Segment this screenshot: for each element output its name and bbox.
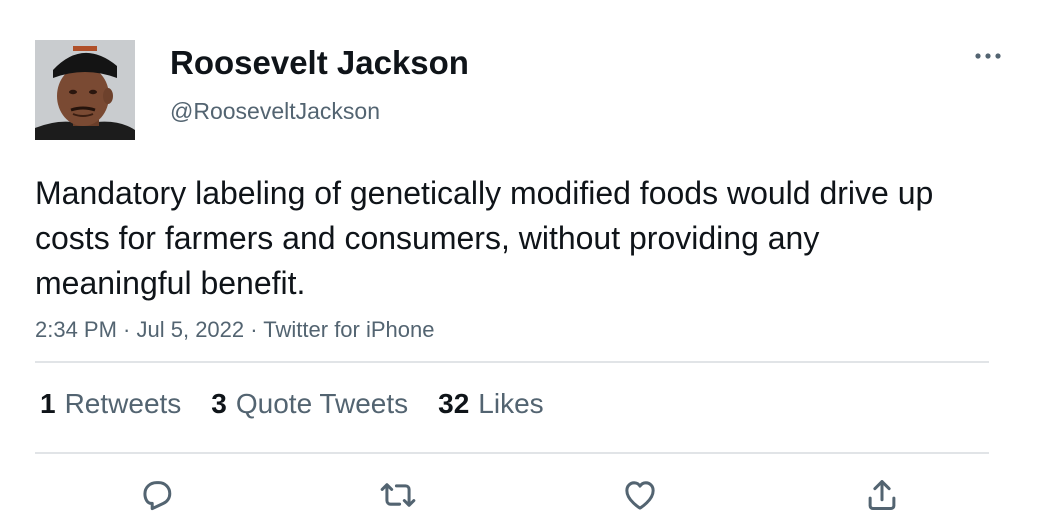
engagement-stats: 1 Retweets 3 Quote Tweets 32 Likes bbox=[40, 388, 544, 420]
like-button[interactable] bbox=[617, 472, 663, 518]
likes-stat[interactable]: 32 Likes bbox=[438, 388, 544, 420]
share-button[interactable] bbox=[859, 472, 905, 518]
tweet-time[interactable]: 2:34 PM bbox=[35, 317, 117, 342]
profile-photo-icon bbox=[35, 40, 135, 140]
heart-icon bbox=[625, 481, 655, 510]
divider bbox=[35, 452, 989, 454]
more-horizontal-icon bbox=[975, 53, 1001, 59]
retweet-icon bbox=[380, 483, 416, 507]
likes-label: Likes bbox=[478, 388, 544, 419]
display-name[interactable]: Roosevelt Jackson bbox=[170, 44, 469, 82]
tweet-date[interactable]: Jul 5, 2022 bbox=[137, 317, 245, 342]
action-bar bbox=[0, 472, 1050, 522]
user-handle[interactable]: @RooseveltJackson bbox=[170, 98, 380, 125]
meta-separator: · bbox=[116, 317, 137, 342]
quote-tweets-label: Quote Tweets bbox=[235, 388, 409, 419]
share-icon bbox=[868, 480, 896, 510]
reply-icon bbox=[143, 481, 172, 511]
avatar[interactable] bbox=[35, 40, 135, 140]
tweet-source[interactable]: Twitter for iPhone bbox=[263, 317, 434, 342]
divider bbox=[35, 361, 989, 363]
retweets-stat[interactable]: 1 Retweets bbox=[40, 388, 181, 420]
quote-tweets-count: 3 bbox=[211, 388, 227, 419]
reply-button[interactable] bbox=[133, 472, 179, 518]
meta-separator: · bbox=[244, 317, 264, 342]
tweet-text: Mandatory labeling of genetically modifi… bbox=[35, 175, 934, 301]
retweets-label: Retweets bbox=[64, 388, 182, 419]
retweet-button[interactable] bbox=[375, 472, 421, 518]
tweet-card: Roosevelt Jackson @RooseveltJackson Mand… bbox=[0, 0, 1050, 525]
retweets-count: 1 bbox=[40, 388, 56, 419]
quote-tweets-stat[interactable]: 3 Quote Tweets bbox=[211, 388, 408, 420]
more-options-button[interactable] bbox=[968, 44, 1008, 68]
likes-count: 32 bbox=[438, 388, 470, 419]
tweet-meta: 2:34 PM · Jul 5, 2022 · Twitter for iPho… bbox=[35, 317, 434, 343]
